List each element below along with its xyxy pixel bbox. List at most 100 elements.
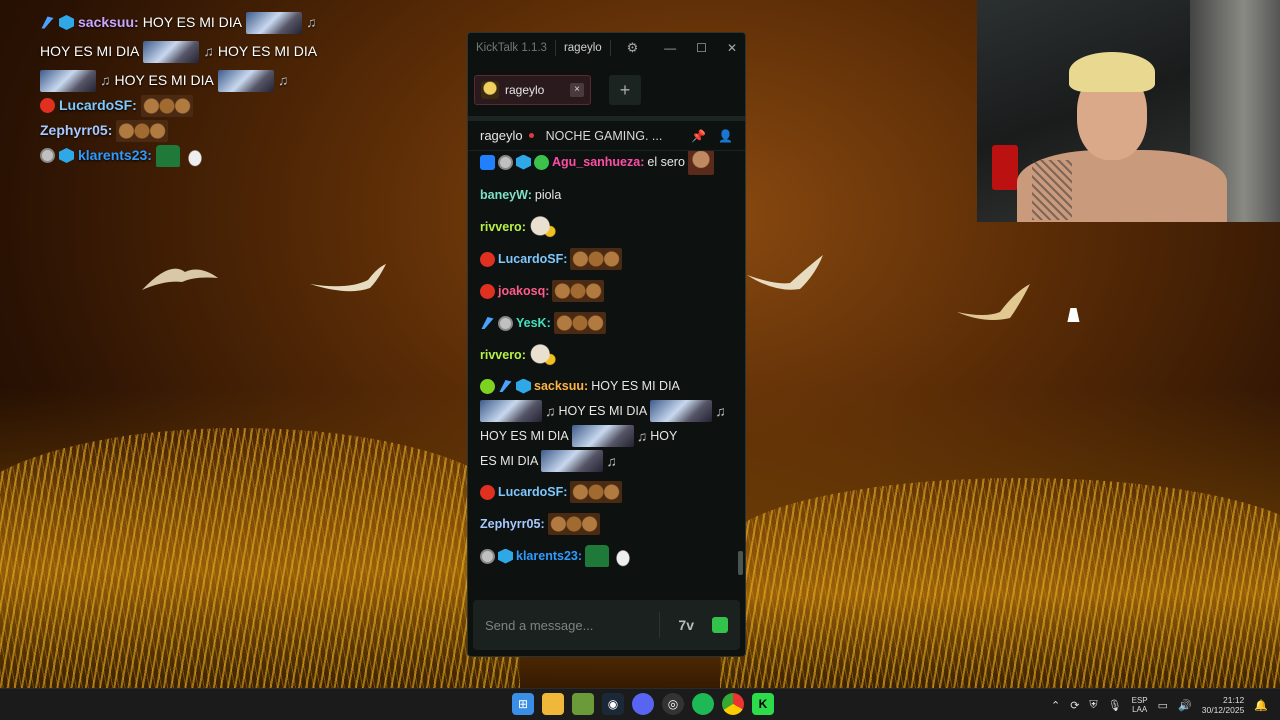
spotify-icon[interactable] [692,693,714,715]
emote-image [183,144,206,167]
steam-icon[interactable]: ◉ [602,693,624,715]
emote-image [553,312,606,334]
music-note-icon: ♫ [203,43,214,59]
title-channel: rageylo [563,42,602,54]
chat-username[interactable]: rivvero: [480,343,526,367]
channel-info-bar: rageylo NOCHE GAMING. ... 📌 👤 [468,121,745,151]
emote-image [116,119,169,142]
badge-icon [498,154,513,170]
taskbar-apps: ⊞ ◉ ◎ K [512,693,774,715]
music-note-icon: ♫ [636,428,648,444]
alien-badge-icon [480,378,495,394]
chat-username[interactable]: sacksuu: [534,375,588,397]
minecraft-icon[interactable] [572,693,594,715]
kicktalk-window: KickTalk 1.1.3 rageylo ⚙ — ☐ ✕ rageylo ×… [467,32,746,657]
cube-badge-icon [59,15,74,30]
webcam-feed [977,0,1280,222]
badge-icon [480,154,495,170]
7tv-emotes-button[interactable]: 7v [678,617,694,633]
maximize-icon[interactable]: ☐ [696,41,707,55]
user-icon[interactable]: 👤 [718,129,733,143]
emote-image [552,280,605,302]
title-bar[interactable]: KickTalk 1.1.3 rageylo ⚙ — ☐ ✕ [468,33,745,63]
tab-rageylo[interactable]: rageylo × [474,74,591,105]
emote-image [570,248,623,270]
lang-top: ESP [1131,696,1148,705]
chat-username[interactable]: LucardoSF: [498,480,567,504]
gray-badge-icon [40,148,55,163]
emote-image [143,40,200,63]
chat-message: LucardoSF: [480,247,733,271]
chat-message: LucardoSF: [480,480,733,504]
overlay-username: Zephyrr05: [40,122,113,138]
live-indicator-icon [528,133,534,138]
emote-image [650,400,713,422]
overlay-chat-line: sacksuu: HOY ES MI DIA ♫ HOY ES MI DIA ♫… [40,10,360,93]
cube-badge-icon [59,148,74,163]
bird-image [747,255,823,290]
obs-icon[interactable]: ◎ [662,693,684,715]
display-icon[interactable]: ▭ [1158,699,1168,712]
clock[interactable]: 21:12 30/12/2025 [1202,695,1245,715]
gray-badge-icon [498,315,513,331]
overlay-message-text: HOY ES MI DIA [217,43,318,59]
window-controls: — ☐ ✕ [664,41,737,55]
volume-icon[interactable]: 🔊 [1178,699,1192,712]
chat-message-text: HOY [650,429,678,443]
chat-username[interactable]: baneyW: [480,183,532,207]
close-icon[interactable]: ✕ [727,41,737,55]
app-title: KickTalk 1.1.3 [476,42,547,54]
bird-image [310,264,386,292]
overlay-username: LucardoSF: [59,97,137,113]
overlay-message-text: HOY ES MI DIA [40,43,140,59]
chat-messages[interactable]: Agu_sanhueza: el sero baneyW: piola rivv… [468,151,745,575]
gear-icon[interactable]: ⚙ [627,40,639,56]
chat-username[interactable]: rivvero: [480,215,526,239]
emote-image [528,216,557,238]
clock-date: 30/12/2025 [1201,705,1245,715]
overlay-message-text: HOY ES MI DIA [114,72,214,88]
discord-icon[interactable] [632,693,654,715]
chat-scrollbar[interactable] [738,551,743,575]
emote-image [246,11,303,34]
start-menu-icon[interactable]: ⊞ [512,693,534,715]
music-note-icon: ♫ [715,403,726,419]
chat-username[interactable]: YesK: [516,311,551,335]
chat-username[interactable]: LucardoSF: [498,247,567,271]
channel-avatar [481,80,499,99]
cube-badge-icon [498,548,513,564]
chat-message-text: HOY ES MI DIA [591,379,680,393]
taskbar: ⊞ ◉ ◎ K ⌃ ⟳ ⛨ 🎙 ESP LAA ▭ 🔊 21:12 30/12/… [0,688,1280,720]
pin-icon[interactable]: 📌 [691,129,706,143]
title-divider [609,40,611,56]
kicktalk-icon[interactable]: K [752,693,774,715]
red-badge-icon [480,251,495,267]
sync-icon[interactable]: ⟳ [1070,699,1079,712]
channel-name[interactable]: rageylo [480,128,523,143]
language-indicator[interactable]: ESP LAA [1132,696,1148,714]
chevron-up-icon[interactable]: ⌃ [1051,699,1060,712]
chat-username[interactable]: Agu_sanhueza: [552,151,644,174]
overlay-chat-line: klarents23: [40,143,360,168]
chrome-icon[interactable] [722,693,744,715]
chat-username[interactable]: klarents23: [516,544,582,568]
notification-icon[interactable]: 🔔 [1254,699,1268,712]
file-explorer-icon[interactable] [542,693,564,715]
message-input[interactable] [485,617,645,633]
music-note-icon: ♫ [277,72,289,88]
add-tab-button[interactable]: + [609,74,641,105]
minimize-icon[interactable]: — [664,41,676,55]
pickaxe-badge-icon [41,16,54,29]
kick-emotes-icon[interactable] [712,617,728,633]
microphone-icon[interactable]: 🎙 [1108,699,1122,712]
shield-icon[interactable]: ⛨ [1089,699,1097,712]
chat-username[interactable]: Zephyrr05: [480,512,545,536]
emote-image [612,545,635,567]
chat-message: joakosq: [480,279,733,303]
chat-username[interactable]: joakosq: [498,279,549,303]
chat-message: baneyW: piola [480,183,733,207]
system-tray: ⌃ ⟳ ⛨ 🎙 ESP LAA ▭ 🔊 21:12 30/12/2025 🔔 [1051,689,1268,720]
channel-tabs: rageylo × + [468,63,745,121]
chat-message-text: piola [534,188,562,202]
tab-close-icon[interactable]: × [570,82,584,97]
